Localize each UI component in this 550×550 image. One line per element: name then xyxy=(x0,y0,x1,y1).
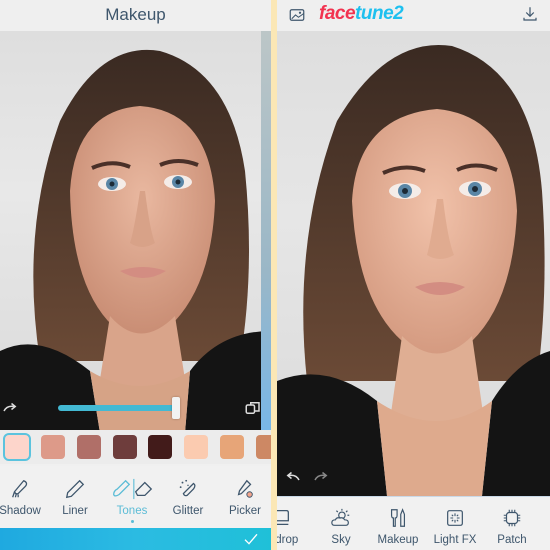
light-fx-icon xyxy=(447,510,463,526)
facetune-panel: facetune2 drop Sky Makeup Light FX Patch xyxy=(277,0,550,550)
brush-icon xyxy=(12,479,28,498)
tool-label: Sky xyxy=(331,534,351,546)
tool-label: Liner xyxy=(62,505,88,517)
portrait-image-edited xyxy=(277,44,550,496)
tool-label: Picker xyxy=(229,505,261,517)
tool-label: Light FX xyxy=(433,534,477,546)
slider-handle[interactable] xyxy=(172,397,180,419)
logo-part-1: face xyxy=(319,3,356,24)
facetune-header: facetune2 xyxy=(277,0,550,31)
color-swatch[interactable] xyxy=(148,435,172,459)
picker-icon xyxy=(237,479,253,498)
tool-label: Patch xyxy=(497,534,527,546)
tool-picker[interactable]: Picker xyxy=(215,478,271,517)
tool-tones[interactable]: Tones xyxy=(102,478,162,523)
confirm-bar[interactable] xyxy=(0,528,271,550)
intensity-slider[interactable] xyxy=(58,397,180,419)
tool-label: Tones xyxy=(116,505,148,517)
patch-icon xyxy=(503,509,521,527)
color-swatch[interactable] xyxy=(220,435,244,459)
tool-patch[interactable]: Patch xyxy=(482,507,542,546)
tool-makeup[interactable]: Makeup xyxy=(368,507,428,546)
makeup-editor-panel: Makeup Shadow Liner Tones Glitter Picker xyxy=(0,0,271,550)
color-swatch[interactable] xyxy=(77,435,101,459)
makeup-header: Makeup xyxy=(0,0,271,31)
tool-glitter[interactable]: Glitter xyxy=(158,478,218,517)
color-swatch[interactable] xyxy=(184,435,208,459)
makeup-icon xyxy=(390,508,406,527)
photo-edge xyxy=(261,31,271,433)
compare-icon[interactable] xyxy=(243,398,263,418)
logo-part-2: tune2 xyxy=(355,3,404,24)
tool-liner[interactable]: Liner xyxy=(45,478,105,517)
redo-icon[interactable] xyxy=(0,398,20,418)
active-indicator xyxy=(130,520,134,523)
redo-icon[interactable] xyxy=(311,467,331,487)
color-swatches xyxy=(0,430,271,464)
backdrop-icon xyxy=(277,510,289,526)
makeup-toolbar: Shadow Liner Tones Glitter Picker xyxy=(0,466,271,528)
app-logo: facetune2 xyxy=(319,3,404,25)
tool-light-fx[interactable]: Light FX xyxy=(425,507,485,546)
tool-label: Glitter xyxy=(172,505,204,517)
download-icon[interactable] xyxy=(520,4,540,24)
glitter-icon xyxy=(179,479,196,497)
main-toolbar: ckdrop Sky Makeup Light FX Patch xyxy=(277,496,550,550)
tool-sky[interactable]: Sky xyxy=(311,507,371,546)
tool-label: ckdrop xyxy=(277,534,299,546)
photo-canvas[interactable] xyxy=(0,31,271,433)
color-swatch[interactable] xyxy=(41,435,65,459)
tones-eraser-icon xyxy=(113,478,153,500)
checkmark-icon[interactable] xyxy=(243,531,259,547)
portrait-image xyxy=(0,49,271,433)
undo-icon[interactable] xyxy=(283,467,303,487)
tool-shadow[interactable]: Shadow xyxy=(0,478,50,517)
tool-backdrop[interactable]: ckdrop xyxy=(277,507,311,546)
page-title: Makeup xyxy=(105,5,166,24)
tool-label: Makeup xyxy=(377,534,419,546)
color-swatch[interactable] xyxy=(3,433,31,461)
tool-label: Shadow xyxy=(0,505,41,517)
sky-icon xyxy=(331,508,350,526)
photo-canvas[interactable] xyxy=(277,31,550,496)
color-swatch[interactable] xyxy=(256,435,271,459)
gallery-icon[interactable] xyxy=(287,5,307,25)
color-swatch[interactable] xyxy=(113,435,137,459)
pencil-icon xyxy=(65,479,85,499)
